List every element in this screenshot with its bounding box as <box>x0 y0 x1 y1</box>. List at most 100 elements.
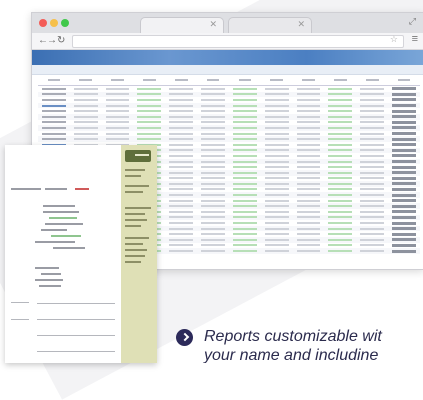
table-cell <box>264 104 289 107</box>
minimize-window-button[interactable] <box>50 19 58 27</box>
expand-icon[interactable]: ⤢ <box>409 16 416 27</box>
table-cell <box>296 154 321 157</box>
row-action-button[interactable] <box>392 92 416 96</box>
browser-tab[interactable]: ✕ <box>228 17 312 34</box>
row-action-button[interactable] <box>392 199 416 203</box>
table-cell <box>201 210 225 213</box>
close-icon[interactable]: ✕ <box>297 19 305 30</box>
row-action-button[interactable] <box>392 165 416 169</box>
row-action-button[interactable] <box>392 193 416 197</box>
table-header-cell <box>356 75 388 85</box>
document-sidebar <box>121 145 157 363</box>
table-cell <box>264 87 289 90</box>
row-action-button[interactable] <box>392 227 416 231</box>
table-cell <box>169 222 194 225</box>
row-action-button[interactable] <box>392 126 416 130</box>
table-cell <box>296 160 321 163</box>
address-bar[interactable] <box>72 35 404 48</box>
star-icon[interactable]: ☆ <box>390 34 398 45</box>
row-action-button[interactable] <box>392 132 416 136</box>
menu-icon[interactable]: ≡ <box>412 33 418 45</box>
table-cell <box>360 188 385 191</box>
row-action-button[interactable] <box>392 143 416 147</box>
table-cell <box>360 238 385 241</box>
row-action-button[interactable] <box>392 171 416 175</box>
table-cell <box>232 182 257 185</box>
row-action-button[interactable] <box>392 187 416 191</box>
row-action-button[interactable] <box>392 87 416 91</box>
table-cell <box>328 171 353 174</box>
table-cell <box>201 104 225 107</box>
table-cell <box>169 194 194 197</box>
row-action-button[interactable] <box>392 232 416 236</box>
table-cell <box>232 205 257 208</box>
table-cell <box>296 98 321 101</box>
document-text-line <box>35 241 75 243</box>
close-window-button[interactable] <box>39 19 47 27</box>
table-cell <box>201 250 225 253</box>
table-cell <box>296 194 321 197</box>
table-cell <box>201 233 225 236</box>
table-cell <box>360 143 385 146</box>
row-action-button[interactable] <box>392 120 416 124</box>
table-cell <box>232 216 257 219</box>
table-header-cell <box>70 75 102 85</box>
close-icon[interactable]: ✕ <box>209 19 217 30</box>
document-text-line <box>45 188 67 190</box>
row-action-button[interactable] <box>392 204 416 208</box>
table-cell <box>264 154 289 157</box>
row-action-button[interactable] <box>392 215 416 219</box>
table-cell <box>328 143 353 146</box>
table-cell <box>296 205 321 208</box>
browser-tab[interactable]: ✕ <box>140 17 224 34</box>
table-cell <box>232 115 257 118</box>
row-action-button[interactable] <box>392 109 416 113</box>
table-cell <box>264 222 289 225</box>
table-cell <box>264 110 289 113</box>
row-action-button[interactable] <box>392 160 416 164</box>
table-cell <box>201 222 225 225</box>
row-action-button[interactable] <box>392 115 416 119</box>
table-cell <box>360 244 385 247</box>
row-action-button[interactable] <box>392 148 416 152</box>
table-cell <box>360 121 385 124</box>
row-action-button[interactable] <box>392 98 416 102</box>
row-action-button[interactable] <box>392 182 416 186</box>
sidebar-text-line <box>125 191 143 193</box>
table-cell <box>169 182 194 185</box>
row-action-button[interactable] <box>392 243 416 247</box>
reload-icon[interactable]: ↻ <box>57 34 65 48</box>
feature-text-line: Reports customizable wit <box>204 328 382 345</box>
table-cell <box>264 121 289 124</box>
row-action-button[interactable] <box>392 210 416 214</box>
sidebar-text-line <box>125 261 141 263</box>
table-cell <box>296 227 321 230</box>
row-action-button[interactable] <box>392 249 416 253</box>
table-cell <box>296 238 321 241</box>
table-cell <box>169 154 194 157</box>
table-cell <box>232 166 257 169</box>
table-cell <box>169 177 194 180</box>
sidebar-text-line <box>125 175 141 177</box>
row-action-button[interactable] <box>392 154 416 158</box>
table-cell <box>328 160 353 163</box>
maximize-window-button[interactable] <box>61 19 69 27</box>
table-cell <box>328 98 353 101</box>
table-cell <box>169 143 194 146</box>
table-cell <box>328 194 353 197</box>
table-cell <box>105 110 130 113</box>
browser-toolbar: ← → ↻ ☆ ≡ <box>32 33 423 50</box>
table-cell <box>328 166 353 169</box>
row-action-button[interactable] <box>392 238 416 242</box>
table-header-cell <box>102 75 134 85</box>
row-action-button[interactable] <box>392 221 416 225</box>
forward-arrow-icon[interactable]: → <box>47 34 57 48</box>
table-cell <box>232 104 257 107</box>
sidebar-text-line <box>125 185 149 187</box>
row-action-button[interactable] <box>392 176 416 180</box>
row-action-button[interactable] <box>392 104 416 108</box>
row-action-button[interactable] <box>392 137 416 141</box>
table-cell <box>137 138 162 141</box>
table-cell <box>137 121 162 124</box>
table-cell <box>105 132 130 135</box>
